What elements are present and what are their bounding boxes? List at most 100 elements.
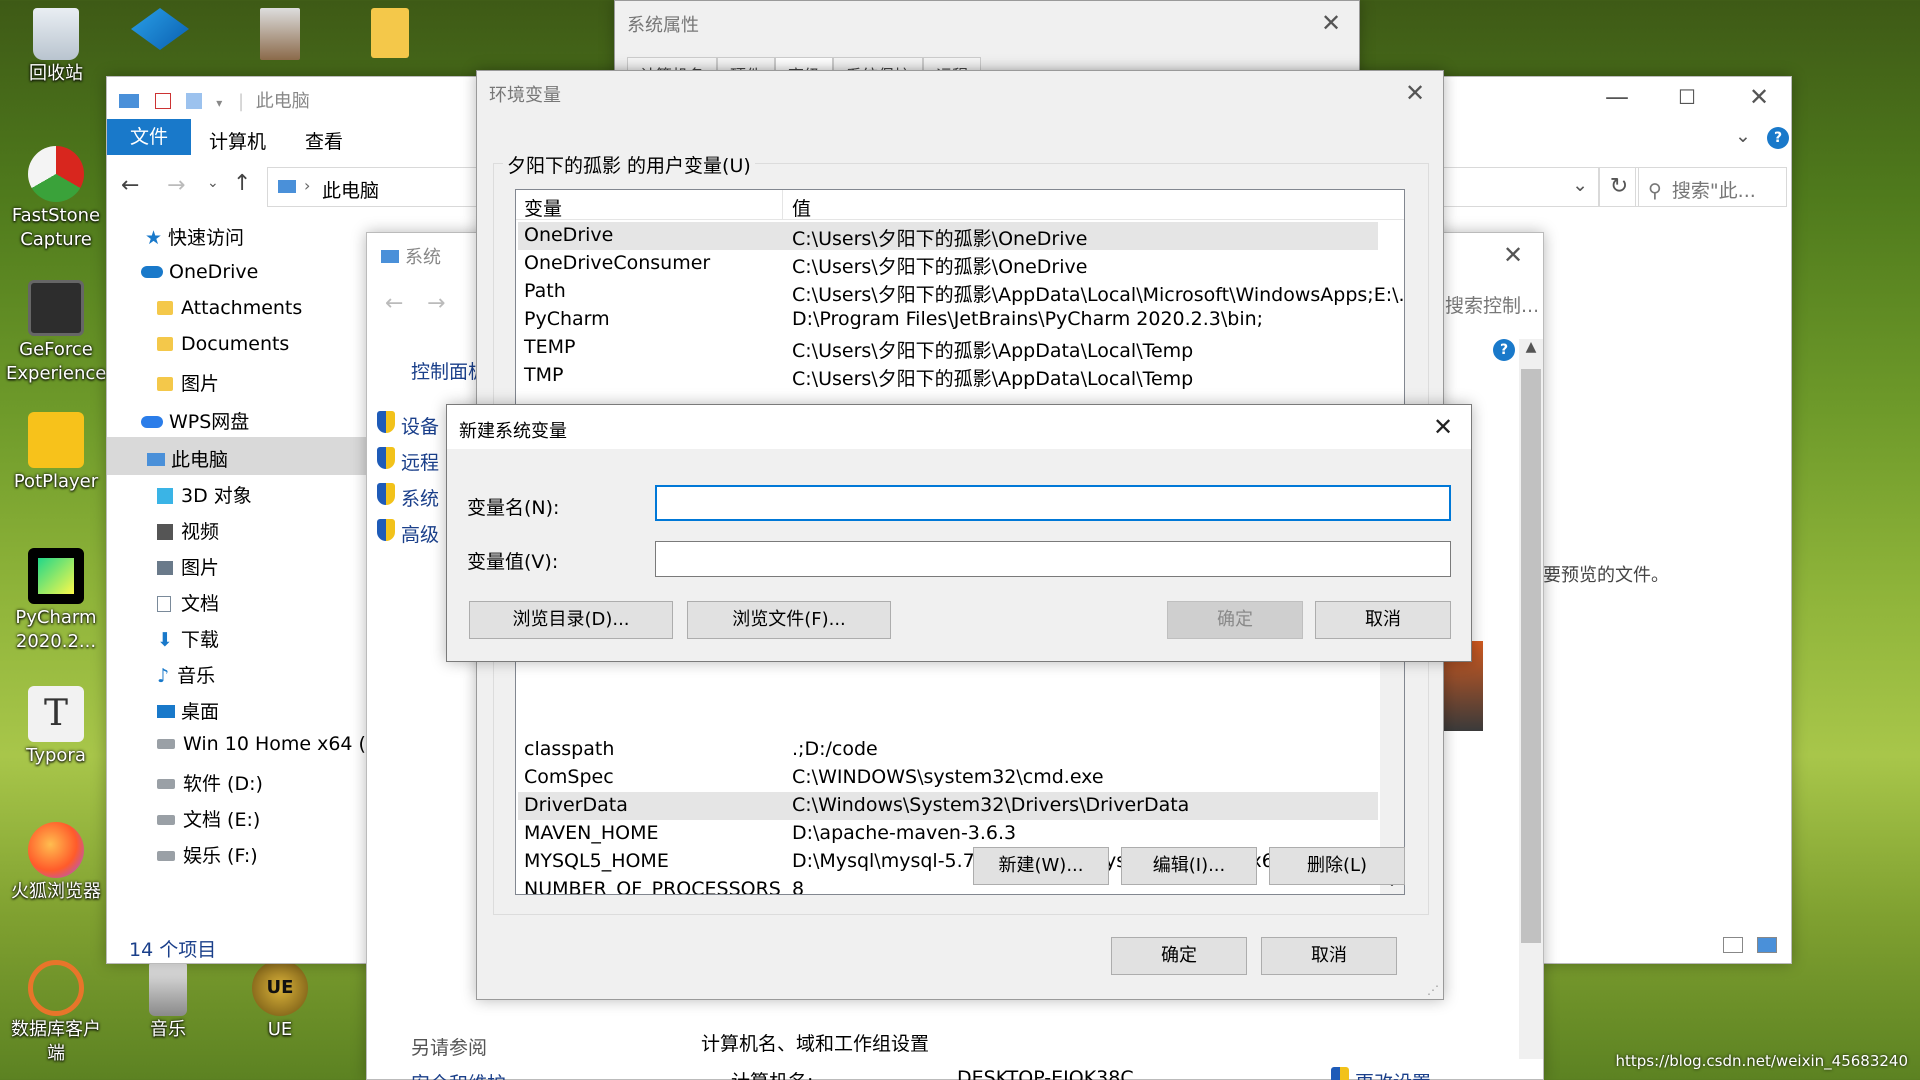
- table-row[interactable]: classpath .;D:/code: [518, 736, 1378, 764]
- new-variable-button[interactable]: 新建(W)...: [973, 847, 1109, 885]
- table-row[interactable]: DriverData C:\Windows\System32\Drivers\Dr…: [518, 792, 1378, 820]
- close-icon[interactable]: ✕: [1421, 411, 1465, 443]
- up-icon[interactable]: ↑: [233, 171, 251, 196]
- scrollbar[interactable]: ▲: [1519, 339, 1543, 1059]
- refresh-icon[interactable]: ↻: [1599, 167, 1639, 207]
- nav-documents[interactable]: Documents: [157, 333, 289, 355]
- nav-drive-e[interactable]: 文档 (E:): [157, 805, 260, 832]
- help-icon[interactable]: ?: [1767, 127, 1789, 149]
- maximize-icon[interactable]: ☐: [1665, 81, 1709, 113]
- table-row[interactable]: OneDriveConsumer C:\Users\夕阳下的孤影\OneDrive: [518, 250, 1378, 278]
- music-icon: [149, 960, 187, 1016]
- table-row[interactable]: OneDrive C:\Users\夕阳下的孤影\OneDrive: [518, 222, 1378, 250]
- desktop-icon-unknown-2[interactable]: [230, 8, 330, 62]
- desktop-icon-label: PyCharm 2020.2...: [15, 607, 97, 652]
- nav-pictures[interactable]: 图片: [157, 553, 219, 580]
- task-link-remote[interactable]: 远程: [377, 447, 439, 475]
- cancel-button[interactable]: 取消: [1261, 937, 1397, 975]
- properties-icon[interactable]: [154, 93, 171, 109]
- nav-quick-access[interactable]: ★ 快速访问: [145, 223, 244, 250]
- desktop-icon-potplayer[interactable]: PotPlayer: [6, 412, 106, 494]
- window-title: 此电脑: [255, 91, 310, 112]
- desktop-icon-recycle-bin[interactable]: 回收站: [6, 8, 106, 86]
- scroll-up-icon[interactable]: ▲: [1519, 339, 1543, 355]
- forward-icon[interactable]: →: [167, 173, 185, 198]
- table-row[interactable]: ComSpec C:\WINDOWS\system32\cmd.exe: [518, 764, 1378, 792]
- address-dropdown-icon[interactable]: ⌄: [1572, 174, 1588, 196]
- edit-variable-button[interactable]: 编辑(I)...: [1121, 847, 1257, 885]
- dropdown-icon[interactable]: ▾: [216, 96, 222, 110]
- nav-drive-f[interactable]: 娱乐 (F:): [157, 841, 258, 868]
- nav-desktop[interactable]: 桌面: [157, 697, 219, 724]
- nav-videos[interactable]: 视频: [157, 517, 219, 544]
- table-row[interactable]: Path C:\Users\夕阳下的孤影\AppData\Local\Micros…: [518, 278, 1404, 306]
- scrollbar-thumb[interactable]: [1521, 369, 1541, 943]
- resize-grip-icon[interactable]: ⋰: [1427, 983, 1439, 997]
- close-icon[interactable]: ✕: [1309, 7, 1353, 39]
- desktop-icon-ue[interactable]: UE UE: [230, 960, 330, 1042]
- back-icon[interactable]: ←: [121, 173, 139, 198]
- see-also-heading: 另请参阅: [411, 1037, 488, 1059]
- help-icon[interactable]: ?: [1493, 339, 1515, 361]
- chevron-down-icon[interactable]: ⌄: [1735, 125, 1751, 147]
- menu-computer[interactable]: 计算机: [209, 127, 266, 154]
- nav-music[interactable]: ♪ 音乐: [157, 661, 215, 688]
- search-box[interactable]: ⚲ 搜索"此...: [1635, 167, 1787, 207]
- column-header-value[interactable]: 值: [792, 194, 811, 221]
- column-header-variable[interactable]: 变量: [524, 194, 562, 221]
- desktop-icon-pycharm[interactable]: PyCharm 2020.2...: [6, 548, 106, 654]
- desktop-icon-geforce[interactable]: GeForce Experience: [6, 280, 106, 386]
- browse-file-button[interactable]: 浏览文件(F)...: [687, 601, 891, 639]
- recent-dropdown-icon[interactable]: ⌄: [207, 175, 219, 191]
- variable-name-input[interactable]: [655, 485, 1451, 521]
- table-row[interactable]: PyCharm D:\Program Files\JetBrains\PyChar…: [518, 306, 1378, 334]
- desktop-icon-firefox[interactable]: 火狐浏览器: [6, 822, 106, 904]
- desktop-icon-typora[interactable]: T Typora: [6, 686, 106, 768]
- minimize-icon[interactable]: —: [1595, 81, 1639, 113]
- forward-icon[interactable]: →: [427, 291, 445, 316]
- back-icon[interactable]: ←: [385, 291, 403, 316]
- nav-pictures-onedrive[interactable]: 图片: [157, 369, 219, 396]
- nav-wps-drive[interactable]: WPS网盘: [141, 407, 249, 434]
- desktop-icon-database-client[interactable]: 数据库客户端: [6, 960, 106, 1066]
- desktop-icon-unknown-1[interactable]: [110, 8, 210, 52]
- table-row[interactable]: TMP C:\Users\夕阳下的孤影\AppData\Local\Temp: [518, 362, 1378, 390]
- variable-value-input[interactable]: [655, 541, 1451, 577]
- nav-3d-objects[interactable]: 3D 对象: [157, 481, 252, 508]
- ok-button[interactable]: 确定: [1167, 601, 1303, 639]
- folder-icon: [157, 301, 173, 315]
- nav-onedrive[interactable]: OneDrive: [141, 261, 258, 283]
- desktop-icon-music[interactable]: 音乐: [118, 960, 218, 1042]
- nav-documents-pc[interactable]: 文档: [157, 589, 219, 616]
- desktop-icon-faststone[interactable]: FastStone Capture: [6, 146, 106, 252]
- menu-view[interactable]: 查看: [305, 127, 343, 154]
- security-maintenance-link[interactable]: 安全和维护: [411, 1069, 506, 1080]
- large-icons-view-icon[interactable]: [1757, 937, 1777, 953]
- nav-drive-c[interactable]: Win 10 Home x64 (C:): [157, 733, 393, 755]
- desktop-icon-unknown-3[interactable]: [340, 8, 440, 60]
- close-icon[interactable]: ✕: [1491, 239, 1535, 271]
- cancel-button[interactable]: 取消: [1315, 601, 1451, 639]
- task-link-advanced[interactable]: 高级: [377, 519, 439, 547]
- browse-directory-button[interactable]: 浏览目录(D)...: [469, 601, 673, 639]
- nav-attachments[interactable]: Attachments: [157, 297, 302, 319]
- new-folder-icon[interactable]: [186, 93, 203, 109]
- shield-icon: [377, 411, 395, 433]
- close-icon[interactable]: ✕: [1737, 81, 1781, 113]
- delete-variable-button[interactable]: 删除(L): [1269, 847, 1405, 885]
- change-settings-link[interactable]: 更改设置: [1331, 1067, 1431, 1080]
- task-link-system[interactable]: 系统: [377, 483, 439, 511]
- ok-button[interactable]: 确定: [1111, 937, 1247, 975]
- menu-file[interactable]: 文件: [107, 119, 191, 155]
- task-link-device[interactable]: 设备: [377, 411, 439, 439]
- search-control-panel[interactable]: 搜索控制...: [1445, 283, 1537, 323]
- nav-drive-d[interactable]: 软件 (D:): [157, 769, 263, 796]
- download-icon: ⬇: [157, 629, 173, 651]
- nav-downloads[interactable]: ⬇ 下载: [157, 625, 219, 652]
- close-icon[interactable]: ✕: [1393, 77, 1437, 109]
- nav-this-pc[interactable]: 此电脑: [147, 445, 228, 472]
- details-view-icon[interactable]: [1723, 937, 1743, 953]
- table-row[interactable]: MAVEN_HOME D:\apache-maven-3.6.3: [518, 820, 1378, 848]
- cloud-icon: [141, 416, 163, 428]
- table-row[interactable]: TEMP C:\Users\夕阳下的孤影\AppData\Local\Temp: [518, 334, 1378, 362]
